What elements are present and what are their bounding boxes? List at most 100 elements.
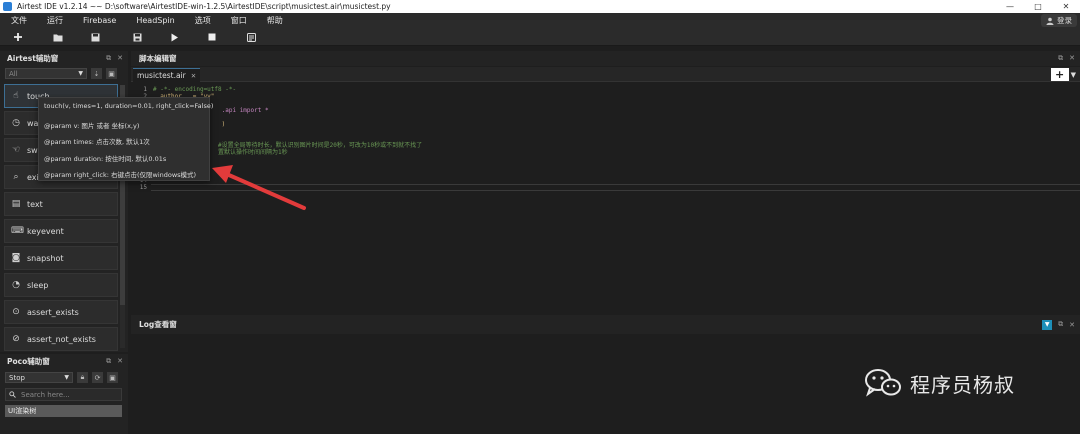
chevron-down-icon: ▼ — [78, 70, 83, 77]
poco-mode-select[interactable]: Stop ▼ — [5, 372, 73, 383]
record-icon[interactable]: ▣ — [107, 372, 118, 383]
api-tooltip: touch(v, times=1, duration=0.01, right_c… — [38, 97, 213, 181]
close-tab-icon[interactable]: ✕ — [191, 72, 196, 80]
swipe-icon: ☜ — [11, 145, 21, 155]
wechat-icon — [865, 369, 901, 397]
menu-help[interactable]: 帮助 — [257, 15, 293, 26]
add-script-button[interactable]: + — [1050, 68, 1069, 81]
maximize-button[interactable]: □ — [1024, 0, 1052, 13]
airtest-panel-header: Airtest辅助窗 ⧉ ✕ — [0, 51, 128, 66]
api-filter-select[interactable]: All ▼ — [5, 68, 87, 79]
exists-icon: ⌕ — [13, 172, 19, 182]
menu-window[interactable]: 窗口 — [221, 15, 257, 26]
log-report-icon[interactable] — [244, 30, 258, 44]
toolbar — [0, 28, 1080, 46]
filter-icon[interactable]: ▼ — [1042, 319, 1053, 330]
panel-close-icon[interactable]: ✕ — [117, 357, 123, 366]
menu-headspin[interactable]: HeadSpin — [126, 16, 184, 25]
save-icon[interactable] — [88, 30, 102, 44]
api-button-label: sleep — [27, 280, 49, 290]
tooltip-param: @param duration: 按住时间, 默认0.01s — [44, 155, 167, 163]
minimize-button[interactable]: — — [996, 0, 1024, 13]
tab-label: musictest.air — [137, 71, 186, 80]
log-panel-title: Log查看窗 — [139, 320, 177, 329]
api-button-text[interactable]: ▤ text — [4, 192, 118, 216]
airtest-ide-window: Airtest IDE v1.2.14 ~~ D:\software\Airte… — [0, 0, 1080, 434]
menu-run[interactable]: 运行 — [37, 15, 73, 26]
menu-file[interactable]: 文件 — [0, 15, 37, 26]
code-line: 置默认操作时间间隔为1秒 — [153, 149, 288, 156]
editor-panel-header: 脚本编辑窗 ⧉ ✕ — [131, 51, 1080, 66]
panel-close-icon[interactable]: ✕ — [117, 54, 123, 63]
tooltip-param: @param right_click: 右键点击(仅限windows模式) — [44, 171, 197, 179]
lock-icon[interactable]: 🔒︎ — [77, 372, 88, 383]
user-icon — [1046, 17, 1054, 25]
code-line: __author__ = "yy" — [153, 93, 1053, 100]
stop-icon[interactable] — [205, 30, 219, 44]
poco-toolbar: Stop ▼ 🔒︎ ⟳ ▣ — [5, 372, 118, 383]
code-area[interactable]: # -*- encoding=utf8 -*- __author__ = "yy… — [153, 86, 1053, 191]
float-icon[interactable]: ⧉ — [106, 357, 111, 366]
api-button-keyevent[interactable]: ⌨ keyevent — [4, 219, 118, 243]
app-icon — [3, 2, 12, 11]
chevron-down-icon: ▼ — [64, 374, 69, 381]
chevron-down-icon[interactable]: ▼ — [1071, 71, 1076, 79]
watermark-text: 程序员杨叔 — [910, 372, 1015, 397]
menu-options[interactable]: 选项 — [185, 15, 221, 26]
poco-panel-header: Poco辅助窗 ⧉ ✕ — [0, 354, 128, 369]
tooltip-param: @param v: 图片 或者 坐标(x,y) — [44, 122, 140, 130]
text-icon: ▤ — [11, 199, 21, 209]
api-button-assert-not-exists[interactable]: ⊘ assert_not_exists — [4, 327, 118, 351]
run-icon[interactable] — [167, 30, 181, 44]
api-button-label: text — [27, 199, 43, 209]
menu-firebase[interactable]: Firebase — [73, 16, 126, 25]
open-folder-icon[interactable] — [51, 30, 65, 44]
assert-not-exists-icon: ⊘ — [12, 334, 20, 344]
poco-search-placeholder: Search here... — [21, 390, 70, 399]
panel-close-icon[interactable]: ✕ — [1069, 54, 1075, 63]
touch-icon: ☝ — [13, 91, 19, 101]
title-bar: Airtest IDE v1.2.14 ~~ D:\software\Airte… — [0, 0, 1080, 13]
sleep-icon: ◔ — [12, 280, 20, 290]
watermark: 程序员杨叔 — [864, 368, 1015, 398]
menu-bar: 文件 运行 Firebase HeadSpin 选项 窗口 帮助 登录 — [0, 13, 1080, 28]
editor-panel-title: 脚本编辑窗 — [139, 54, 177, 63]
code-line: .api import * — [153, 107, 269, 114]
tab-musictest[interactable]: musictest.air ✕ — [133, 68, 201, 82]
poco-assistant-panel: Poco辅助窗 ⧉ ✕ Stop ▼ 🔒︎ ⟳ ▣ Search here... … — [0, 354, 128, 434]
search-icon — [9, 391, 16, 398]
float-icon[interactable]: ⧉ — [106, 54, 111, 63]
api-button-assert-exists[interactable]: ⊙ assert_exists — [4, 300, 118, 324]
new-file-icon[interactable] — [11, 30, 25, 44]
close-button[interactable]: ✕ — [1052, 0, 1080, 13]
poco-mode-value: Stop — [9, 373, 25, 382]
api-filter-value: All — [9, 69, 18, 78]
refresh-icon[interactable]: ⟳ — [92, 372, 103, 383]
ui-render-tree-item[interactable]: UI渲染树 — [5, 405, 122, 417]
float-icon[interactable]: ⧉ — [1058, 320, 1063, 329]
poco-panel-title: Poco辅助窗 — [7, 357, 50, 366]
code-line: ) — [221, 121, 226, 128]
save-as-icon[interactable] — [130, 30, 144, 44]
snapshot-icon: ◙ — [11, 253, 21, 263]
code-line: # -*- encoding=utf8 -*- — [153, 86, 237, 93]
import-icon[interactable]: ⇣ — [91, 68, 102, 79]
editor-tabs: musictest.air ✕ + ▼ — [131, 67, 1080, 82]
poco-search-field[interactable]: Search here... — [5, 388, 122, 401]
login-button[interactable]: 登录 — [1041, 14, 1077, 27]
panel-close-icon[interactable]: ✕ — [1069, 321, 1075, 329]
device-icon[interactable]: ▣ — [106, 68, 117, 79]
code-line: #设置全局等待时长，默认识别图片时间是20秒，可改为10秒或不到就不找了 — [153, 142, 423, 149]
script-editor-panel: 脚本编辑窗 ⧉✕ musictest.air ✕ + ▼ 1 2 3 4 5 6… — [131, 51, 1080, 312]
api-button-sleep[interactable]: ◔ sleep — [4, 273, 118, 297]
api-button-label: snapshot — [27, 253, 64, 263]
api-button-snapshot[interactable]: ◙ snapshot — [4, 246, 118, 270]
window-title: Airtest IDE v1.2.14 ~~ D:\software\Airte… — [17, 2, 391, 11]
float-icon[interactable]: ⧉ — [1058, 54, 1063, 63]
